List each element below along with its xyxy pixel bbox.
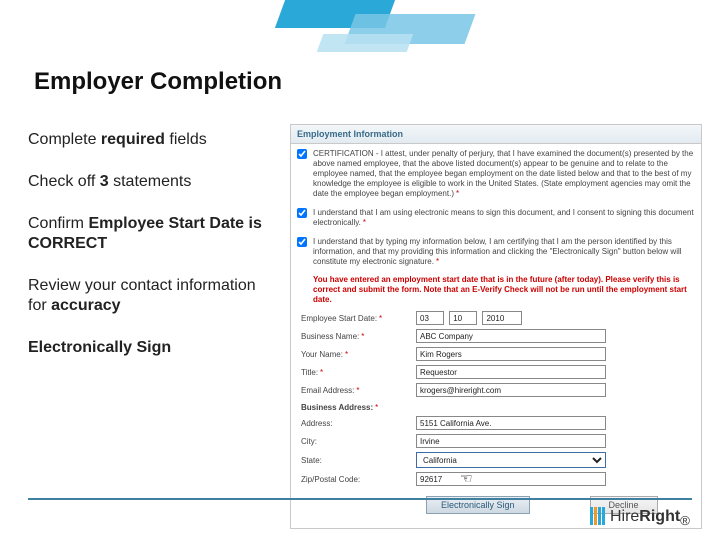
label-business-name: Business Name:*: [301, 332, 416, 341]
certification-text-3: I understand that by typing my informati…: [313, 237, 682, 266]
bullet-contact-accuracy: Review your contact information for accu…: [28, 276, 278, 316]
label-city: City:: [301, 437, 416, 446]
bullet-three-statements: Check off 3 statements: [28, 172, 278, 192]
page-title: Employer Completion: [34, 68, 282, 96]
footer-divider: [28, 498, 692, 500]
bullet-start-date: Confirm Employee Start Date is CORRECT: [28, 214, 278, 254]
email-input[interactable]: [416, 383, 606, 397]
hand-cursor-icon: ☜: [460, 470, 473, 487]
decorative-shapes: [280, 0, 500, 60]
label-state: State:: [301, 456, 416, 465]
start-date-month[interactable]: [416, 311, 444, 325]
certification-row-3: I understand that by typing my informati…: [291, 232, 701, 271]
label-business-address: Business Address:*: [301, 403, 416, 412]
panel-heading: Employment Information: [291, 125, 701, 144]
certification-checkbox-1[interactable]: [297, 149, 307, 159]
label-your-name: Your Name:*: [301, 350, 416, 359]
certification-text-1: CERTIFICATION - I attest, under penalty …: [313, 149, 693, 198]
instruction-list: Complete required fields Check off 3 sta…: [28, 130, 278, 380]
logo-bars-icon: [590, 507, 606, 530]
certification-row-2: I understand that I am using electronic …: [291, 203, 701, 232]
certification-checkbox-3[interactable]: [297, 237, 307, 247]
address-input[interactable]: [416, 416, 606, 430]
form-area: Employee Start Date:* Business Name:* Yo…: [291, 309, 701, 528]
label-zip: Zip/Postal Code:: [301, 475, 416, 484]
state-select[interactable]: California: [416, 452, 606, 468]
business-name-input[interactable]: [416, 329, 606, 343]
city-input[interactable]: [416, 434, 606, 448]
title-input[interactable]: [416, 365, 606, 379]
zip-input[interactable]: [416, 472, 606, 486]
bullet-required-fields: Complete required fields: [28, 130, 278, 150]
label-address: Address:: [301, 419, 416, 428]
label-email: Email Address:*: [301, 386, 416, 395]
bullet-esign: Electronically Sign: [28, 338, 278, 358]
future-date-warning: You have entered an employment start dat…: [291, 271, 701, 309]
employment-info-panel: Employment Information CERTIFICATION - I…: [290, 124, 702, 529]
label-title: Title:*: [301, 368, 416, 377]
certification-checkbox-2[interactable]: [297, 208, 307, 218]
label-start-date: Employee Start Date:*: [301, 314, 416, 323]
start-date-year[interactable]: [482, 311, 522, 325]
start-date-day[interactable]: [449, 311, 477, 325]
your-name-input[interactable]: [416, 347, 606, 361]
hireright-logo: HireRight®: [590, 507, 690, 530]
certification-text-2: I understand that I am using electronic …: [313, 208, 694, 227]
certification-row-1: CERTIFICATION - I attest, under penalty …: [291, 144, 701, 203]
